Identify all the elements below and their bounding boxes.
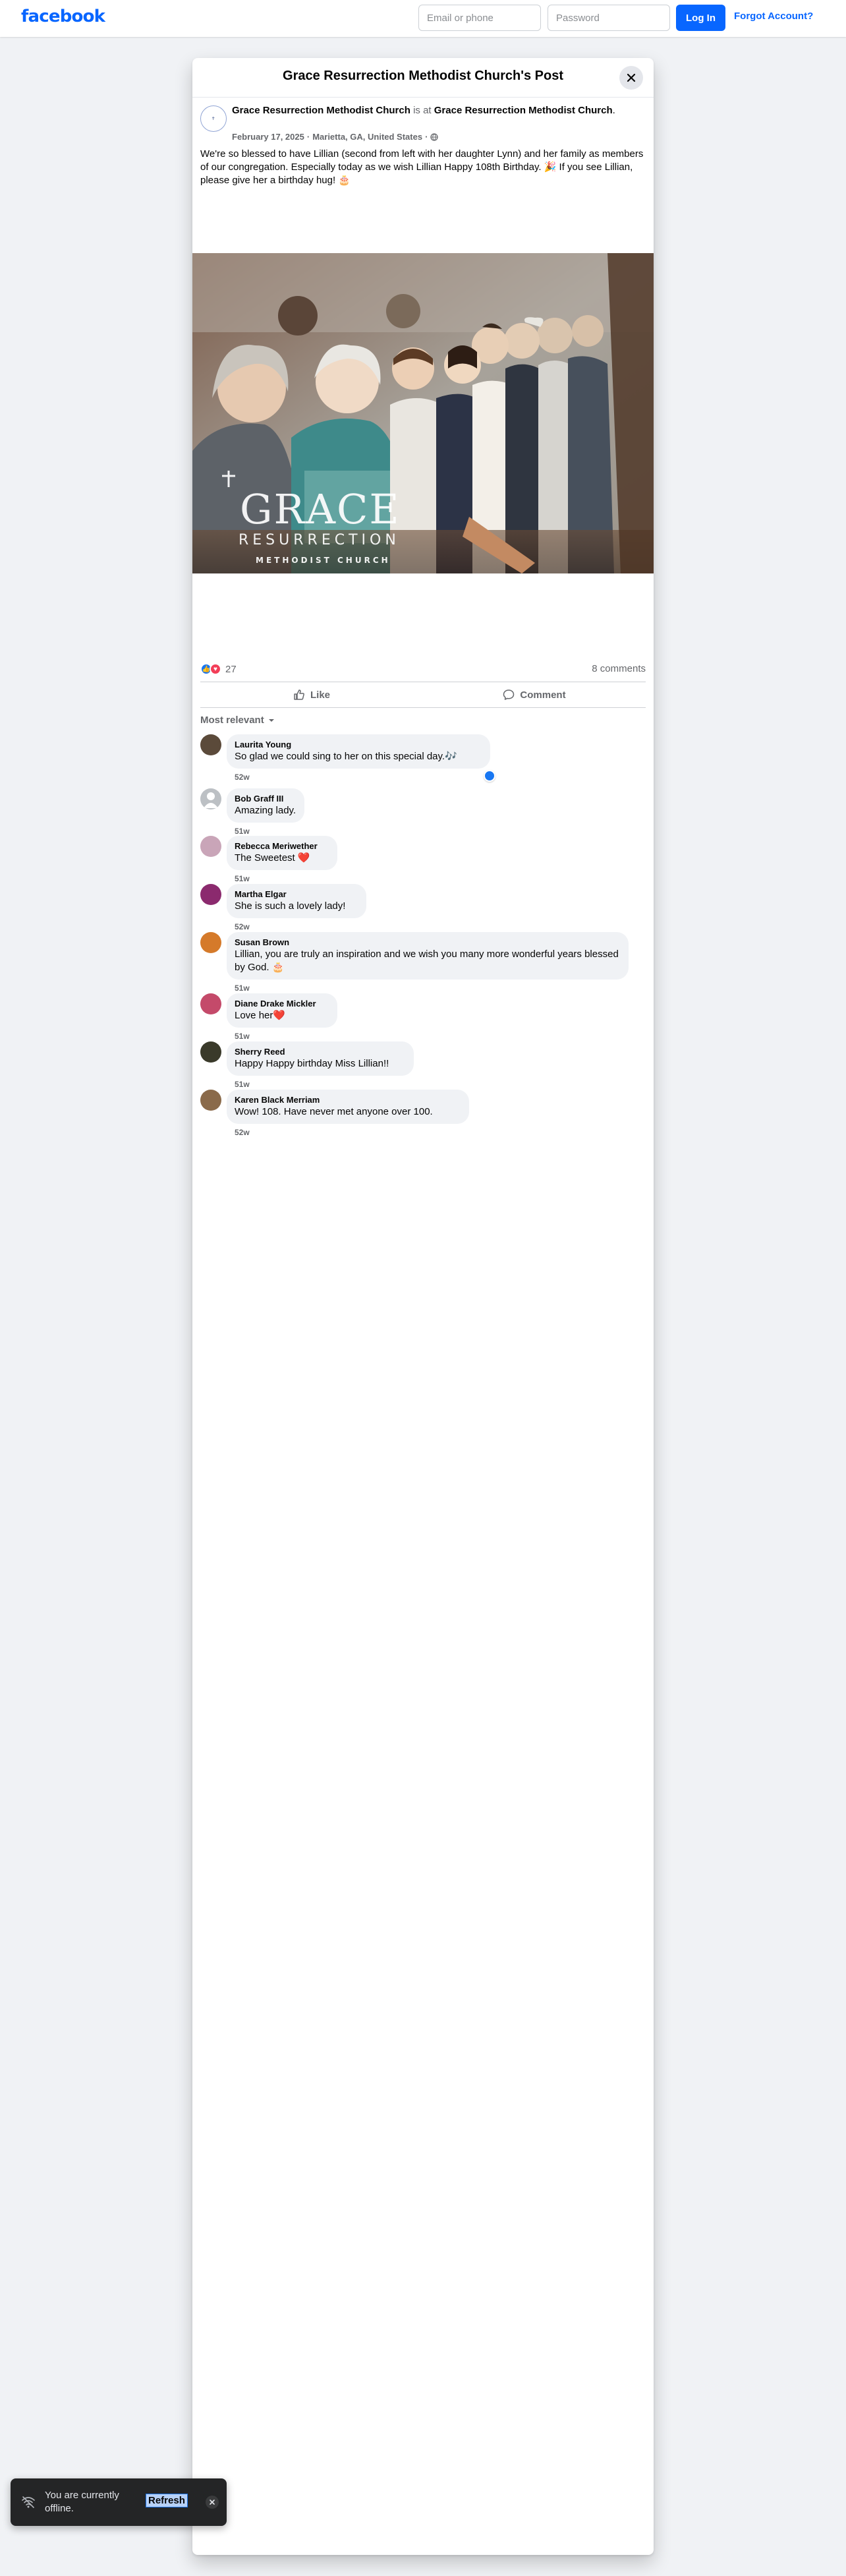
meta-separator-2: · — [425, 132, 428, 142]
comment-icon — [503, 689, 515, 700]
post-author-link[interactable]: Grace Resurrection Methodist Church — [232, 105, 410, 116]
commenter-name[interactable]: Diane Drake Mickler — [235, 999, 329, 1009]
password-input[interactable] — [548, 5, 670, 31]
facebook-logo[interactable]: facebook — [21, 7, 105, 26]
post-header-line: Grace Resurrection Methodist Church is a… — [232, 104, 647, 117]
is-at-text: is at — [413, 105, 432, 116]
commenter-avatar[interactable] — [200, 884, 221, 905]
post-meta: February 17, 2025 · Marietta, GA, United… — [232, 132, 439, 142]
comment-button[interactable]: Comment — [423, 682, 646, 707]
commenter-name[interactable]: Karen Black Merriam — [235, 1095, 461, 1105]
post-location-link[interactable]: Grace Resurrection Methodist Church — [434, 105, 613, 116]
globe-icon — [430, 132, 439, 141]
commenter-name[interactable]: Susan Brown — [235, 937, 621, 948]
commenter-avatar[interactable] — [200, 836, 221, 857]
login-button[interactable]: Log In — [676, 5, 725, 31]
commenter-name[interactable]: Martha Elgar — [235, 889, 358, 900]
photo-logo-main: GRACE — [240, 485, 401, 533]
comment-time[interactable]: 52w — [235, 922, 250, 931]
comments-count[interactable]: 8 comments — [592, 663, 646, 674]
default-user-icon — [204, 792, 218, 808]
offline-message: You are currently offline. — [45, 2490, 119, 2514]
commenter-avatar[interactable] — [200, 932, 221, 953]
photo-illustration: GRACE RESURRECTION METHODIST CHURCH — [192, 253, 654, 573]
comment-bubble: Karen Black Merriam Wow! 108. Have never… — [227, 1090, 469, 1124]
commenter-avatar[interactable] — [200, 993, 221, 1014]
comment-time[interactable]: 52w — [235, 773, 250, 782]
commenter-name[interactable]: Laurita Young — [235, 740, 482, 750]
dialog-title: Grace Resurrection Methodist Church's Po… — [283, 69, 563, 83]
comment-time[interactable]: 51w — [235, 874, 250, 883]
photo-logo-small: METHODIST CHURCH — [256, 556, 391, 565]
comment-like-reaction-icon[interactable] — [484, 770, 495, 782]
like-button[interactable]: Like — [200, 682, 423, 707]
page-avatar[interactable]: ✝ — [200, 105, 227, 132]
commenter-avatar[interactable] — [200, 1041, 221, 1063]
comment-label: Comment — [520, 689, 566, 701]
comment-text: Happy Happy birthday Miss Lillian!! — [235, 1058, 389, 1069]
comment-bubble: Rebecca Meriwether The Sweetest ❤️ — [227, 836, 337, 870]
offline-toast: You are currently offline. Refresh — [11, 2478, 227, 2526]
reaction-count: 27 — [225, 663, 237, 675]
commenter-name[interactable]: Sherry Reed — [235, 1047, 406, 1057]
post-date[interactable]: February 17, 2025 — [232, 132, 304, 142]
commenter-avatar[interactable] — [200, 1090, 221, 1111]
dialog-header: Grace Resurrection Methodist Church's Po… — [192, 58, 654, 98]
post-dialog: Grace Resurrection Methodist Church's Po… — [192, 58, 654, 2555]
comment-time[interactable]: 51w — [235, 1032, 250, 1041]
comment-time[interactable]: 52w — [235, 1128, 250, 1137]
wifi-off-icon — [22, 2496, 35, 2508]
sort-label: Most relevant — [200, 715, 264, 726]
comment-text: Love her❤️ — [235, 1010, 286, 1021]
comment-time[interactable]: 51w — [235, 983, 250, 993]
comment-bubble: Sherry Reed Happy Happy birthday Miss Li… — [227, 1041, 414, 1076]
location-suffix: . — [612, 105, 615, 116]
meta-separator: · — [306, 132, 310, 142]
post-photo[interactable]: GRACE RESURRECTION METHODIST CHURCH — [192, 253, 654, 573]
comment-text: She is such a lovely lady! — [235, 900, 346, 912]
reactions-summary[interactable]: 👍 ♥ 27 — [200, 663, 237, 675]
close-icon — [210, 2500, 215, 2505]
comment-text: Amazing lady. — [235, 805, 296, 816]
comment-bubble: Bob Graff III Amazing lady. — [227, 788, 304, 823]
sort-comments-dropdown[interactable]: Most relevant — [200, 715, 275, 726]
commenter-name[interactable]: Bob Graff III — [235, 794, 296, 804]
email-input[interactable] — [418, 5, 541, 31]
close-icon — [627, 73, 636, 82]
photo-logo-sub: RESURRECTION — [239, 532, 400, 548]
post-place[interactable]: Marietta, GA, United States — [312, 132, 422, 142]
comment-text: The Sweetest ❤️ — [235, 852, 310, 864]
commenter-avatar[interactable] — [200, 734, 221, 755]
post-text: We're so blessed to have Lillian (second… — [200, 148, 644, 186]
comment-bubble: Diane Drake Mickler Love her❤️ — [227, 993, 337, 1028]
comment-text: So glad we could sing to her on this spe… — [235, 751, 457, 762]
thumbs-up-icon — [294, 689, 304, 700]
comment-bubble: Susan Brown Lillian, you are truly an in… — [227, 932, 629, 980]
action-bar: Like Comment — [200, 682, 646, 708]
comment-bubble: Laurita Young So glad we could sing to h… — [227, 734, 490, 769]
comment-time[interactable]: 51w — [235, 1080, 250, 1089]
reaction-icons: 👍 ♥ — [200, 663, 221, 675]
top-bar: facebook Log In Forgot Account? — [0, 0, 846, 37]
like-label: Like — [310, 689, 330, 701]
toast-close-button[interactable] — [206, 2496, 219, 2509]
page-avatar-mark: ✝ — [211, 117, 216, 121]
comment-time[interactable]: 51w — [235, 827, 250, 836]
comment-text: Wow! 108. Have never met anyone over 100… — [235, 1106, 433, 1117]
forgot-account-link[interactable]: Forgot Account? — [734, 11, 813, 22]
commenter-avatar[interactable] — [200, 788, 221, 809]
love-reaction-icon: ♥ — [210, 663, 221, 675]
commenter-name[interactable]: Rebecca Meriwether — [235, 841, 329, 852]
comment-text: Lillian, you are truly an inspiration an… — [235, 949, 619, 973]
comment-bubble: Martha Elgar She is such a lovely lady! — [227, 884, 366, 918]
close-button[interactable] — [619, 66, 643, 90]
chevron-down-icon — [268, 718, 274, 722]
refresh-link[interactable]: Refresh — [146, 2494, 188, 2507]
